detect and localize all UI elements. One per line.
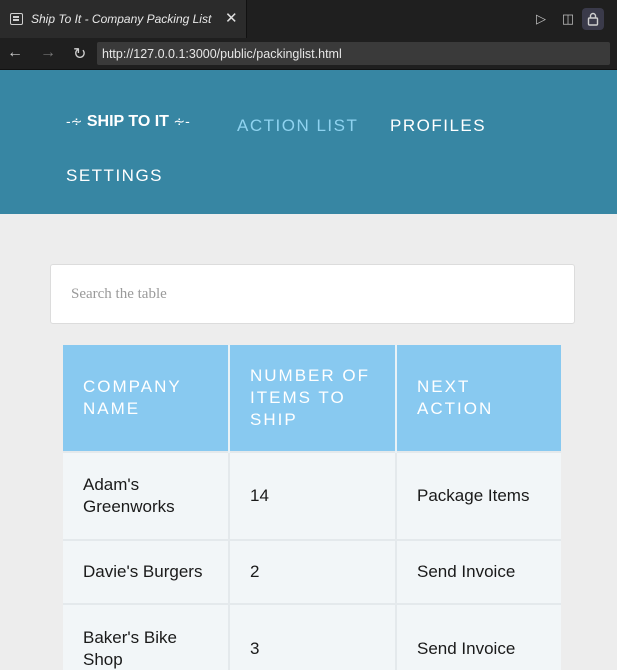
cell-company: Adam's Greenworks [63, 451, 230, 540]
nav-action-list[interactable]: ACTION LIST [237, 116, 358, 136]
browser-tab[interactable]: Ship To It - Company Packing List ✕ [0, 0, 247, 38]
ornament-left-icon: -∻ [66, 113, 83, 129]
brand-logo[interactable]: -∻ SHIP TO IT ∻- [66, 113, 190, 131]
site-header: -∻ SHIP TO IT ∻- ACTION LIST PROFILES SE… [0, 70, 617, 214]
split-view-icon[interactable]: ◫ [559, 10, 577, 28]
forward-arrow-icon[interactable]: → [40, 44, 56, 62]
brand-name: SHIP TO IT [86, 113, 169, 130]
column-header-items[interactable]: NUMBER OF ITEMS TO SHIP [229, 345, 397, 452]
table-row[interactable]: Baker's Bike Shop 3 Send Invoice [63, 603, 561, 670]
url-field[interactable]: http://127.0.0.1:3000/public/packinglist… [97, 42, 610, 65]
cell-company: Davie's Burgers [63, 539, 230, 604]
search-input[interactable] [50, 264, 575, 324]
nav-settings[interactable]: SETTINGS [66, 166, 163, 186]
cell-company: Baker's Bike Shop [63, 603, 230, 670]
reload-icon[interactable]: ↻ [73, 44, 86, 64]
url-text: http://127.0.0.1:3000/public/packinglist… [102, 47, 342, 61]
lock-icon[interactable] [582, 8, 604, 30]
ornament-right-icon: ∻- [173, 113, 190, 129]
nav-profiles[interactable]: PROFILES [390, 116, 486, 136]
column-header-company[interactable]: COMPANY NAME [63, 345, 230, 452]
address-bar: ← → ↻ http://127.0.0.1:3000/public/packi… [0, 38, 617, 70]
page-icon [10, 13, 23, 25]
cell-items: 14 [229, 451, 397, 540]
column-header-action[interactable]: NEXT ACTION [396, 345, 561, 452]
packing-list-table: COMPANY NAME NUMBER OF ITEMS TO SHIP NEX… [63, 345, 561, 670]
tab-title: Ship To It - Company Packing List [31, 12, 212, 26]
table-row[interactable]: Davie's Burgers 2 Send Invoice [63, 539, 561, 604]
cell-action: Send Invoice [396, 539, 561, 604]
play-icon[interactable]: ▷ [532, 10, 550, 28]
cell-items: 2 [229, 539, 397, 604]
back-arrow-icon[interactable]: ← [7, 44, 23, 62]
table-row[interactable]: Adam's Greenworks 14 Package Items [63, 451, 561, 540]
browser-tab-bar: Ship To It - Company Packing List ✕ ▷ ◫ [0, 0, 617, 38]
cell-action: Send Invoice [396, 603, 561, 670]
cell-items: 3 [229, 603, 397, 670]
close-tab-icon[interactable]: ✕ [225, 9, 238, 27]
table-header-row: COMPANY NAME NUMBER OF ITEMS TO SHIP NEX… [63, 345, 561, 452]
cell-action: Package Items [396, 451, 561, 540]
